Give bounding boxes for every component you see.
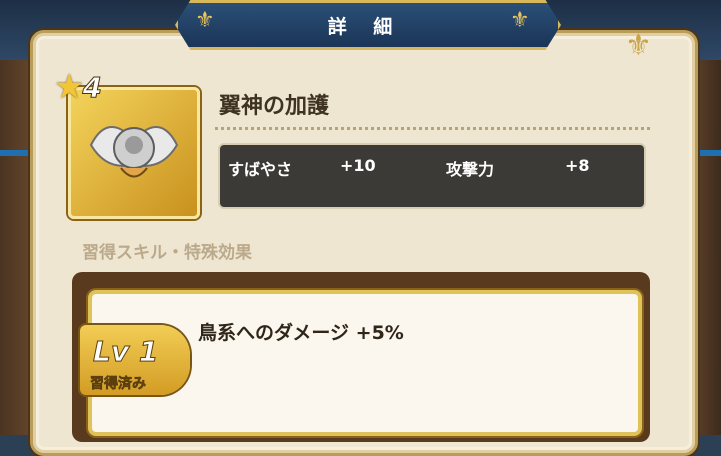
winged-emblem-icon [89, 126, 179, 178]
star-icon: ★ [54, 67, 85, 107]
corner-ornament-icon: ⚜ [625, 28, 652, 63]
skills-section-label: 習得スキル・特殊効果 [82, 243, 252, 263]
page-title: 詳 細 [327, 15, 403, 38]
skill-level: Lv 1 [92, 335, 159, 369]
stat-label-attack: 攻撃力 [446, 160, 495, 179]
rarity-value: 4 [82, 70, 103, 104]
stat-value-speed: +10 [340, 156, 376, 175]
skill-description: 鳥系へのダメージ +5% [198, 322, 404, 344]
item-icon-frame [68, 87, 200, 219]
stat-label-speed: すばやさ [228, 160, 293, 179]
skill-status: 習得済み [90, 376, 147, 393]
stat-value-attack: +8 [565, 156, 590, 175]
divider [215, 127, 650, 130]
rarity-badge: ★ 4 [54, 70, 102, 104]
item-name: 翼神の加護 [219, 94, 330, 119]
